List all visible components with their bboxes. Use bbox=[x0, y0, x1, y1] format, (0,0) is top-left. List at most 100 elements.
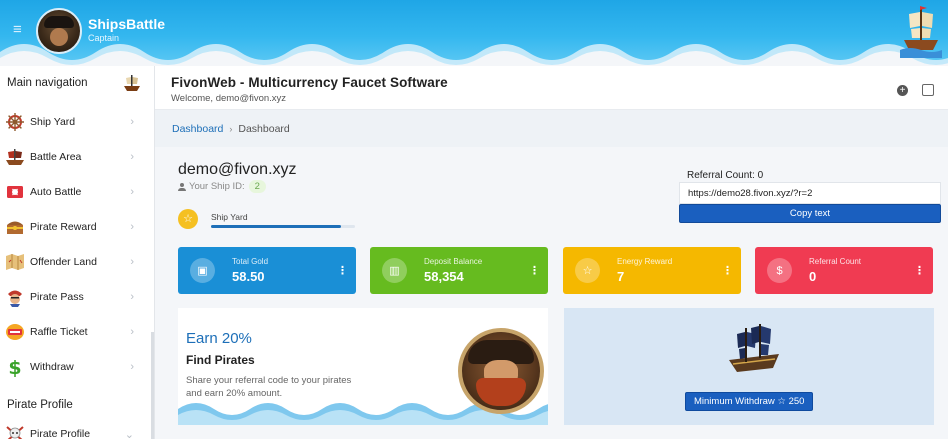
stat-label: Referral Count bbox=[809, 257, 862, 266]
minimum-withdraw-badge: Minimum Withdraw ☆ 250 bbox=[685, 392, 814, 411]
header-waves bbox=[0, 44, 948, 66]
ship-id-row: Your Ship ID: 2 bbox=[178, 180, 266, 193]
map-icon bbox=[6, 254, 24, 270]
page-title: FivonWeb - Multicurrency Faucet Software bbox=[171, 75, 448, 90]
sidebar-item-battle-area[interactable]: Battle Area › bbox=[0, 141, 152, 173]
withdraw-amount: 250 bbox=[788, 396, 805, 407]
pirate-ship-image bbox=[729, 324, 779, 372]
withdraw-label: Minimum Withdraw bbox=[694, 396, 775, 407]
more-options-icon[interactable]: ⋮ bbox=[529, 264, 540, 277]
earn-referral-card: Earn 20% Find Pirates Share your referra… bbox=[178, 308, 548, 425]
chevron-right-icon: › bbox=[130, 291, 134, 303]
star-icon: ☆ bbox=[777, 396, 786, 407]
more-options-icon[interactable]: ⋮ bbox=[337, 264, 348, 277]
referral-count-label: Referral Count: 0 bbox=[687, 170, 764, 181]
main-navigation-heading: Main navigation bbox=[7, 77, 88, 89]
sidebar-item-label: Raffle Ticket bbox=[30, 326, 88, 338]
chevron-right-icon: › bbox=[229, 123, 233, 134]
breadcrumb: Dashboard › Dashboard bbox=[155, 110, 948, 147]
svg-text:$: $ bbox=[8, 357, 21, 377]
sidebar-item-offender-land[interactable]: Offender Land › bbox=[0, 246, 152, 278]
chevron-right-icon: › bbox=[130, 256, 134, 268]
copy-text-button[interactable]: Copy text bbox=[679, 204, 941, 223]
pirate-portrait bbox=[458, 328, 544, 414]
sidebar-scrollbar[interactable] bbox=[151, 332, 154, 439]
level-progress-fill bbox=[211, 225, 341, 228]
stat-value: 7 bbox=[617, 269, 625, 284]
sidebar-item-label: Pirate Reward bbox=[30, 221, 97, 233]
star-icon: ☆ bbox=[178, 209, 198, 229]
sidebar: Main navigation Ship Yard › Battle Area … bbox=[0, 66, 155, 439]
chevron-right-icon: › bbox=[130, 361, 134, 373]
referral-link-input[interactable] bbox=[679, 182, 941, 204]
pirate-profile-heading: Pirate Profile bbox=[7, 399, 73, 411]
pirate-ship-icon bbox=[124, 75, 140, 91]
stat-card-referral-count[interactable]: $ Referral Count 0 ⋮ bbox=[755, 247, 933, 294]
sidebar-item-withdraw[interactable]: $ Withdraw › bbox=[0, 351, 152, 383]
top-header: ≡ ShipsBattle Captain bbox=[0, 0, 948, 66]
level-label: Ship Yard bbox=[211, 212, 248, 222]
calendar-check-icon: ▣ bbox=[190, 258, 215, 283]
breadcrumb-link-dashboard[interactable]: Dashboard bbox=[172, 123, 223, 135]
sidebar-item-pirate-profile[interactable]: Pirate Profile ⌄ bbox=[0, 418, 152, 439]
stat-label: Energy Reward bbox=[617, 257, 673, 266]
sidebar-item-label: Ship Yard bbox=[30, 116, 76, 128]
earn-title: Earn 20% bbox=[186, 330, 252, 347]
coins-icon: ▥ bbox=[382, 258, 407, 283]
earn-subtitle: Find Pirates bbox=[186, 353, 255, 367]
user-icon bbox=[178, 182, 186, 191]
brand-role: Captain bbox=[88, 33, 120, 43]
sidebar-item-label: Battle Area bbox=[30, 151, 82, 163]
stat-card-deposit-balance[interactable]: ▥ Deposit Balance 58,354 ⋮ bbox=[370, 247, 548, 294]
ship-wheel-icon bbox=[6, 113, 24, 131]
star-icon: ☆ bbox=[575, 258, 600, 283]
chevron-right-icon: › bbox=[130, 326, 134, 338]
logout-icon[interactable] bbox=[922, 84, 934, 96]
chevron-right-icon: › bbox=[130, 116, 134, 128]
stat-card-energy-reward[interactable]: ☆ Energy Reward 7 ⋮ bbox=[563, 247, 741, 294]
stat-value: 58,354 bbox=[424, 269, 464, 284]
main-content: FivonWeb - Multicurrency Faucet Software… bbox=[155, 66, 948, 439]
ship-id-label: Your Ship ID: bbox=[189, 181, 245, 192]
stat-value: 58.50 bbox=[232, 269, 265, 284]
sidebar-item-label: Offender Land bbox=[30, 256, 97, 268]
sidebar-item-raffle-ticket[interactable]: Raffle Ticket › bbox=[0, 316, 152, 348]
dollar-coin-icon: $ bbox=[767, 258, 792, 283]
sidebar-item-label: Pirate Pass bbox=[30, 291, 84, 303]
brand-name: ShipsBattle bbox=[88, 16, 166, 32]
stat-label: Deposit Balance bbox=[424, 257, 483, 266]
pirate-icon bbox=[8, 290, 22, 307]
battleship-icon bbox=[6, 149, 24, 165]
more-options-icon[interactable]: ⋮ bbox=[722, 264, 733, 277]
chevron-right-icon: › bbox=[130, 151, 134, 163]
flag-icon bbox=[7, 186, 23, 198]
hamburger-icon[interactable]: ≡ bbox=[13, 22, 22, 37]
level-progress-bar bbox=[211, 225, 355, 228]
breadcrumb-current: Dashboard bbox=[238, 122, 290, 135]
avatar[interactable] bbox=[36, 8, 82, 54]
skull-icon bbox=[6, 426, 24, 439]
stat-value: 0 bbox=[809, 269, 817, 284]
sidebar-item-pirate-pass[interactable]: Pirate Pass › bbox=[0, 281, 152, 313]
ticket-icon bbox=[6, 324, 24, 340]
dollar-icon: $ bbox=[8, 357, 21, 377]
sidebar-item-label: Auto Battle bbox=[30, 186, 82, 198]
sidebar-item-pirate-reward[interactable]: Pirate Reward › bbox=[0, 211, 152, 243]
sidebar-item-ship-yard[interactable]: Ship Yard › bbox=[0, 106, 152, 138]
welcome-text: Welcome, demo@fivon.xyz bbox=[171, 93, 287, 104]
ship-id-badge: 2 bbox=[248, 180, 266, 193]
more-options-icon[interactable]: ⋮ bbox=[914, 264, 925, 277]
profile-email: demo@fivon.xyz bbox=[178, 161, 297, 178]
withdraw-card: Minimum Withdraw ☆ 250 bbox=[564, 308, 934, 425]
stat-card-total-gold[interactable]: ▣ Total Gold 58.50 ⋮ bbox=[178, 247, 356, 294]
ship-logo-icon bbox=[900, 6, 942, 58]
sidebar-item-label: Withdraw bbox=[30, 361, 74, 373]
chevron-down-icon: ⌄ bbox=[124, 428, 134, 439]
plus-circle-icon[interactable]: + bbox=[897, 85, 908, 96]
page-header: FivonWeb - Multicurrency Faucet Software… bbox=[155, 66, 948, 110]
chevron-right-icon: › bbox=[130, 221, 134, 233]
sidebar-item-label: Pirate Profile bbox=[30, 428, 91, 439]
chevron-right-icon: › bbox=[130, 186, 134, 198]
sidebar-item-auto-battle[interactable]: Auto Battle › bbox=[0, 176, 152, 208]
treasure-chest-icon bbox=[7, 221, 23, 234]
